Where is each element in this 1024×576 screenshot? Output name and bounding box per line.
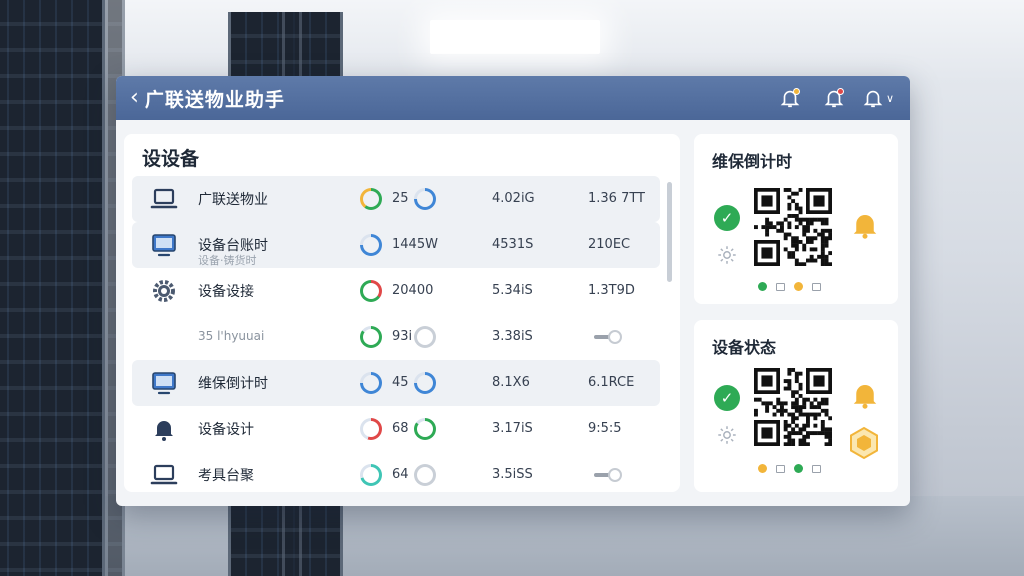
maintenance-countdown-card[interactable]: 维保倒计时 ✓	[694, 134, 898, 304]
card-title: 设备状态	[712, 338, 777, 357]
status-ring	[360, 418, 382, 440]
alert-bell-icon[interactable]	[816, 83, 852, 113]
gear-icon[interactable]	[716, 424, 738, 446]
legend-dot-amber	[794, 282, 803, 291]
capacity-value: 9:5:5	[588, 421, 622, 436]
app-title: 广联送物业助手	[144, 88, 285, 111]
status-ring	[360, 464, 382, 486]
status-ring	[360, 372, 382, 394]
legend-dot-green	[758, 282, 767, 291]
legend	[758, 464, 821, 473]
usage-value: 4.02iG	[492, 191, 535, 206]
table-row[interactable]: 设备台账时 设备·铸货时 1445W 4531S 210EC	[132, 222, 660, 268]
legend-dot-green	[794, 464, 803, 473]
notification-dot	[793, 88, 800, 95]
device-name: 维保倒计时	[198, 376, 268, 392]
user-menu-button[interactable]: ∨	[860, 83, 896, 113]
metric-value: 20400	[392, 283, 434, 298]
legend-box-icon	[776, 464, 785, 473]
monitor-icon	[150, 231, 178, 259]
gear-icon	[150, 277, 178, 305]
legend-box-icon	[812, 464, 821, 473]
hexagon-badge-icon	[850, 426, 878, 460]
notification-bell-icon[interactable]	[772, 83, 808, 113]
table-row[interactable]: 广联送物业 25 4.02iG 1.36 7TT	[132, 176, 660, 222]
status-ring	[360, 188, 382, 210]
device-subtitle: 设备·铸货时	[198, 254, 257, 267]
table-row[interactable]: 维保倒计时 45 8.1X6 6.1RCE	[132, 360, 660, 406]
server-rack-left	[0, 0, 105, 576]
status-ring	[414, 188, 436, 210]
legend-box-icon	[776, 282, 785, 291]
laptop-icon	[150, 461, 178, 489]
ceiling-light	[430, 20, 600, 54]
panel-title: 设设备	[142, 148, 200, 170]
usage-value: 8.1X6	[492, 375, 530, 390]
usage-value: 3.38iS	[492, 329, 533, 344]
laptop-icon	[150, 185, 178, 213]
metric-value: 45	[392, 375, 409, 390]
qr-code	[754, 368, 832, 446]
status-ring	[414, 372, 436, 394]
table-row[interactable]: 35 l'hyuuai 93i 3.38iS	[132, 314, 660, 360]
usage-value: 4531S	[492, 237, 534, 252]
bell-icon	[150, 415, 178, 443]
bell-icon	[853, 385, 877, 409]
device-rows: 广联送物业 25 4.02iG 1.36 7TT 设备台账时 设备·铸货时 1445W 453…	[132, 176, 660, 492]
metric-value: 64	[392, 467, 409, 482]
usage-value: 3.5iSS	[492, 467, 533, 482]
device-list-panel: 设设备 广联送物业 25 4.02iG 1.36 7TT 设备台账时 设备·铸货时 1445…	[124, 134, 680, 492]
qr-code	[754, 188, 832, 266]
metric-value: 93i	[392, 329, 413, 344]
device-subtitle: 35 l'hyuuai	[198, 329, 265, 343]
device-name: 考具台聚	[198, 468, 254, 484]
capacity-value: 1.3T9D	[588, 283, 635, 298]
back-chevron-icon[interactable]: ‹	[130, 87, 139, 109]
toggle-switch[interactable]	[594, 329, 622, 345]
table-row[interactable]: 设备设接 20400 5.34iS 1.3T9D	[132, 268, 660, 314]
metric-value: 1445W	[392, 237, 438, 252]
status-ring	[360, 234, 382, 256]
legend-dot-amber	[758, 464, 767, 473]
status-ring	[414, 464, 436, 486]
title-bar: ‹ 广联送物业助手 ∨	[116, 76, 910, 120]
table-row[interactable]: 考具台聚 64 3.5iSS	[132, 452, 660, 492]
monitor-icon	[150, 369, 178, 397]
table-row[interactable]: 设备设计 68 3.17iS 9:5:5	[132, 406, 660, 452]
alert-dot	[837, 88, 844, 95]
capacity-value: 1.36 7TT	[588, 191, 646, 206]
check-icon: ✓	[714, 385, 740, 411]
floor	[0, 496, 1024, 576]
app-window: ‹ 广联送物业助手 ∨ 设设备 广联送物业 25 4.02iG 1.36 7TT 设备台…	[116, 76, 910, 506]
toggle-switch[interactable]	[594, 467, 622, 483]
usage-value: 5.34iS	[492, 283, 533, 298]
status-ring	[360, 326, 382, 348]
bell-icon	[853, 215, 877, 239]
device-name: 设备设接	[198, 284, 254, 300]
usage-value: 3.17iS	[492, 421, 533, 436]
check-icon: ✓	[714, 205, 740, 231]
status-ring	[360, 280, 382, 302]
metric-value: 25	[392, 191, 409, 206]
metric-value: 68	[392, 421, 409, 436]
card-title: 维保倒计时	[712, 152, 793, 171]
device-name: 设备设计	[198, 422, 254, 438]
gear-icon[interactable]	[716, 244, 738, 266]
capacity-value: 210EC	[588, 237, 631, 252]
device-status-card[interactable]: 设备状态 ✓	[694, 320, 898, 492]
capacity-value: 6.1RCE	[588, 375, 635, 390]
status-ring	[414, 326, 436, 348]
user-icon	[863, 90, 883, 108]
status-ring	[414, 418, 436, 440]
device-name: 广联送物业	[198, 192, 268, 208]
legend	[758, 282, 821, 291]
chevron-down-icon: ∨	[885, 91, 895, 105]
legend-box-icon	[812, 282, 821, 291]
scrollbar[interactable]	[667, 182, 672, 282]
